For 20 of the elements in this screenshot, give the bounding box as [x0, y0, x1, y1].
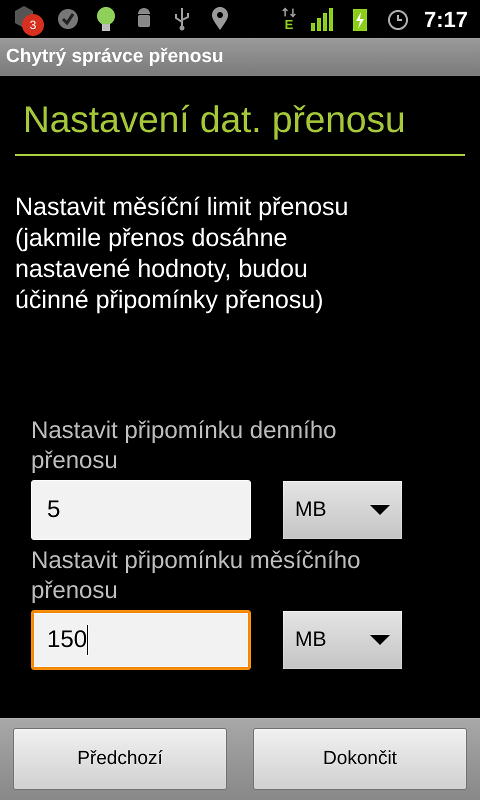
input-field[interactable]: 5 [31, 480, 251, 540]
sync-icon [56, 6, 80, 32]
unit-dropdown[interactable]: MB [283, 611, 402, 669]
lightbulb-icon [94, 6, 118, 32]
description: Nastavit měsíční limit přenosu (jakmile přenos dosáhne nastavené hodnoty, budou účinné připomínky přenosu) [15, 192, 350, 316]
network-type: E [284, 18, 294, 31]
signal-icon [310, 6, 334, 32]
data-arrows-icon [282, 7, 296, 18]
input-field[interactable]: 150 [31, 610, 251, 670]
dropdown-caret-icon [370, 505, 390, 515]
field-label: Nastavit připomínku denního přenosu [31, 416, 338, 476]
clock-time: 7:17 [424, 6, 468, 34]
unit-dropdown[interactable]: MB [283, 481, 402, 539]
nav-button[interactable]: Předchozí [13, 728, 227, 790]
app-title: Chytrý správce přenosu [6, 44, 224, 69]
dropdown-caret-icon [370, 635, 390, 645]
heading: Nastavení dat. přenosu [15, 96, 465, 156]
field-label: Nastavit připomínku měsíčního přenosu [31, 546, 362, 606]
nav-button[interactable]: Dokončit [253, 728, 467, 790]
notification-badge: 3 [22, 14, 44, 36]
